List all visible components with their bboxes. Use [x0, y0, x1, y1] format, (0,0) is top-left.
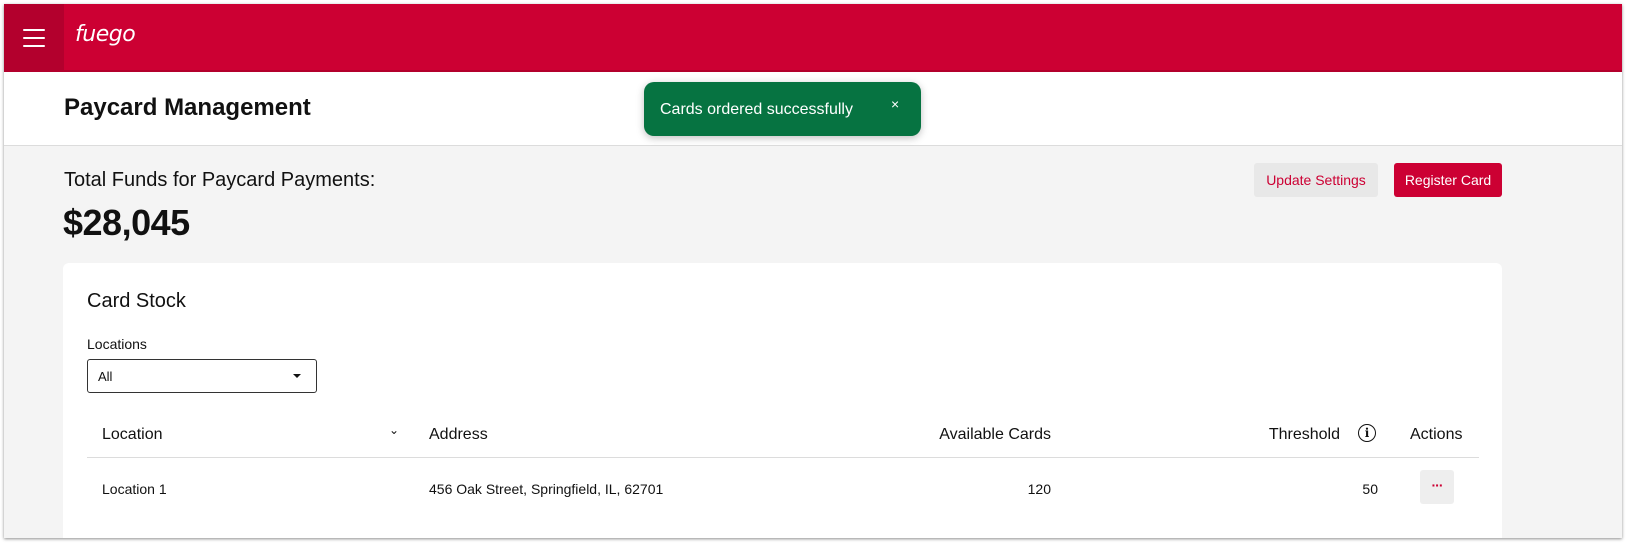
toast-message: Cards ordered successfully — [660, 101, 853, 118]
menu-icon[interactable] — [4, 4, 64, 72]
column-header-available-cards: Available Cards — [939, 426, 1051, 443]
column-header-location[interactable]: Location — [102, 426, 163, 444]
row-address: 456 Oak Street, Springfield, IL, 62701 — [429, 481, 664, 497]
locations-filter-label: Locations — [87, 336, 147, 352]
locations-select[interactable]: All — [87, 359, 317, 393]
more-icon[interactable]: ··· — [1420, 470, 1454, 504]
card-stock-title: Card Stock — [87, 290, 186, 312]
logo: fuego — [75, 22, 136, 47]
chevron-down-icon[interactable]: ⌄ — [389, 423, 399, 437]
table-row: Location 1 456 Oak Street, Springfield, … — [87, 458, 1479, 522]
column-header-address: Address — [429, 426, 488, 443]
success-toast: Cards ordered successfully × — [644, 82, 921, 136]
register-card-button[interactable]: Register Card — [1394, 163, 1502, 197]
row-location: Location 1 — [102, 481, 167, 497]
update-settings-button[interactable]: Update Settings — [1254, 163, 1378, 197]
funds-label: Total Funds for Paycard Payments: — [64, 169, 376, 191]
column-header-actions: Actions — [1410, 426, 1463, 443]
app-window: fuego Paycard Management Cards ordered s… — [4, 4, 1622, 538]
close-icon[interactable]: × — [891, 96, 899, 112]
row-threshold: 50 — [1362, 481, 1378, 497]
info-icon[interactable]: i — [1358, 424, 1376, 442]
column-header-threshold: Threshold — [1268, 426, 1340, 443]
caret-down-icon — [293, 374, 301, 378]
table-header: Location ⌄ Address Available Cards Thres… — [87, 411, 1479, 458]
page-title: Paycard Management — [64, 94, 311, 121]
row-available-cards: 120 — [1027, 481, 1051, 497]
card-stock-panel: Card Stock Locations All Location ⌄ Addr… — [63, 263, 1502, 538]
top-bar: fuego — [4, 4, 1622, 72]
funds-value: $28,045 — [63, 202, 190, 243]
locations-select-value: All — [98, 369, 113, 384]
